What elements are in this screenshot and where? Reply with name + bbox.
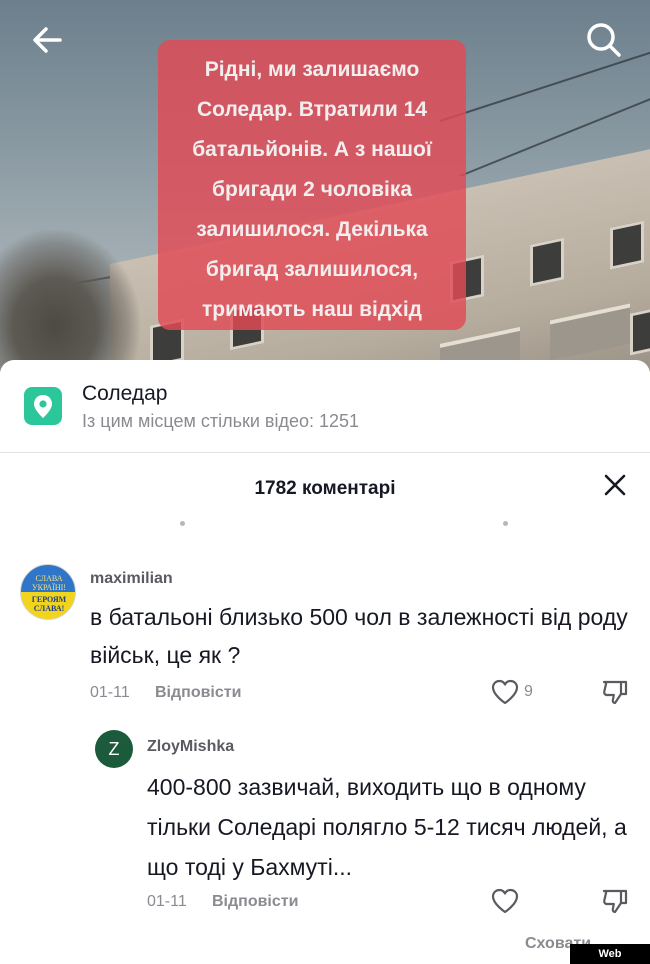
caption-line: тримають наш відхід xyxy=(201,298,423,321)
like-button[interactable] xyxy=(490,887,520,915)
comment-date: 01-11 xyxy=(90,684,130,701)
comments-screen: Рідні, ми залишаємо Соледар. Втратили 14… xyxy=(0,0,650,964)
location-card[interactable] xyxy=(0,360,650,455)
building-window xyxy=(630,306,650,356)
caption-line: бригади 2 чоловіка xyxy=(211,178,413,201)
search-icon xyxy=(587,23,621,57)
scroll-dot xyxy=(180,521,185,526)
caption-line: батальйонів. А з нашої xyxy=(192,138,432,161)
building-window xyxy=(610,220,644,270)
dislike-button[interactable] xyxy=(600,886,630,916)
bare-tree xyxy=(0,230,140,372)
close-icon xyxy=(604,474,626,496)
caption-line: Соледар. Втратили 14 xyxy=(196,98,428,121)
dislike-button[interactable] xyxy=(600,677,630,707)
video-frame[interactable]: Рідні, ми залишаємо Соледар. Втратили 14… xyxy=(0,0,650,372)
caption-line: бригад залишилося, xyxy=(205,258,419,281)
heart-icon xyxy=(491,679,519,705)
heart-icon xyxy=(491,888,519,914)
like-count: 9 xyxy=(524,683,533,700)
close-button[interactable] xyxy=(598,468,632,502)
avatar-text-bottom: ГЕРОЯМ СЛАВА! xyxy=(31,595,67,613)
arrow-left-icon xyxy=(33,27,62,53)
comment-username[interactable]: maximilian xyxy=(90,570,173,588)
comment-date: 01-11 xyxy=(147,893,187,910)
video-caption: Рідні, ми залишаємо Соледар. Втратили 14… xyxy=(158,40,466,330)
comments-count: 1782 коментарі xyxy=(254,478,396,499)
divider xyxy=(0,452,650,453)
caption-line: залишилося. Декілька xyxy=(196,218,428,241)
thumbs-down-icon xyxy=(602,889,628,914)
location-title[interactable]: Соледар xyxy=(82,382,167,406)
location-video-count: Із цим місцем стільки відео: 1251 xyxy=(82,411,360,431)
caption-line: Рідні, ми залишаємо xyxy=(204,58,420,81)
location-pin-icon xyxy=(24,387,62,425)
comment-text: в батальоні близько 500 чол в залежності… xyxy=(90,604,628,668)
avatar[interactable]: Z xyxy=(95,730,133,768)
comment-text: 400-800 зазвичай, виходить що в одному т… xyxy=(147,774,627,880)
avatar-text-top: СЛАВА УКРАЇНІ! xyxy=(32,574,66,592)
scroll-dot xyxy=(503,521,508,526)
back-button[interactable] xyxy=(26,18,70,62)
search-button[interactable] xyxy=(582,18,626,62)
thumbs-down-icon xyxy=(602,680,628,705)
avatar[interactable]: СЛАВА УКРАЇНІ! ГЕРОЯМ СЛАВА! xyxy=(20,564,76,620)
building-balcony xyxy=(550,303,630,361)
watermark: Web Screenshot xyxy=(570,944,650,964)
comment-username[interactable]: ZloyMishka xyxy=(147,738,234,756)
reply-button[interactable]: Відповісти xyxy=(212,893,298,911)
like-button[interactable] xyxy=(490,678,520,706)
reply-button[interactable]: Відповісти xyxy=(155,684,241,702)
building-window xyxy=(530,237,564,287)
